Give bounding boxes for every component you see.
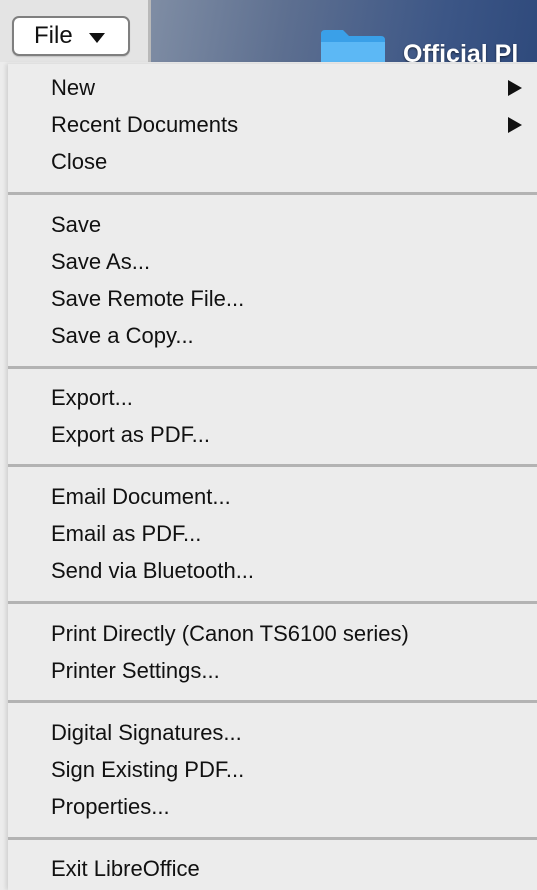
menu-item-email-document[interactable]: Email Document... [8, 478, 537, 515]
menu-separator [8, 700, 537, 703]
menu-item-label: Export... [51, 385, 133, 410]
menu-separator [8, 601, 537, 604]
menu-item-save[interactable]: Save [8, 206, 537, 243]
menu-separator [8, 837, 537, 840]
menu-item-save-remote-file[interactable]: Save Remote File... [8, 280, 537, 317]
menu-item-email-as-pdf[interactable]: Email as PDF... [8, 515, 537, 552]
menu-item-save-as[interactable]: Save As... [8, 243, 537, 280]
menu-item-label: Email as PDF... [51, 521, 202, 546]
menu-item-label: New [51, 75, 96, 100]
menu-item-close[interactable]: Close [8, 143, 537, 180]
menu-separator [8, 464, 537, 467]
menu-item-recent-documents[interactable]: Recent Documents [8, 106, 537, 143]
menu-item-send-via-bluetooth[interactable]: Send via Bluetooth... [8, 552, 537, 589]
menu-item-label: Print Directly (Canon TS6100 series) [51, 621, 409, 646]
menu-item-label: Close [51, 149, 108, 174]
file-menu-button[interactable]: File [12, 16, 130, 56]
menu-item-label: Export as PDF... [51, 422, 210, 447]
menu-item-printer-settings[interactable]: Printer Settings... [8, 652, 537, 689]
menu-item-label: Save a Copy... [51, 323, 194, 348]
menu-item-label: Recent Documents [51, 112, 239, 137]
submenu-arrow-icon [508, 117, 522, 133]
menu-item-label: Printer Settings... [51, 658, 220, 683]
desktop-folder-label[interactable]: Official Pl [403, 40, 518, 62]
menu-separator [8, 192, 537, 195]
toolbar-area: File [0, 0, 151, 62]
menu-item-label: Properties... [51, 794, 170, 819]
menu-item-save-a-copy[interactable]: Save a Copy... [8, 317, 537, 354]
menu-item-label: Save [51, 212, 102, 237]
menu-item-label: Email Document... [51, 484, 231, 509]
menu-item-export-as-pdf[interactable]: Export as PDF... [8, 416, 537, 453]
menu-item-exit-libreoffice[interactable]: Exit LibreOffice [8, 850, 537, 887]
menu-item-properties[interactable]: Properties... [8, 788, 537, 825]
menu-item-new[interactable]: New [8, 69, 537, 106]
chevron-down-icon [88, 32, 105, 43]
folder-icon[interactable] [319, 26, 387, 62]
top-strip: File Official Pl [0, 0, 537, 62]
menu-item-export[interactable]: Export... [8, 379, 537, 416]
menu-item-print-directly[interactable]: Print Directly (Canon TS6100 series) [8, 615, 537, 652]
menu-item-label: Save Remote File... [51, 286, 245, 311]
menu-item-digital-signatures[interactable]: Digital Signatures... [8, 714, 537, 751]
menu-item-sign-existing-pdf[interactable]: Sign Existing PDF... [8, 751, 537, 788]
menu-item-label: Sign Existing PDF... [51, 757, 245, 782]
menu-separator [8, 366, 537, 369]
file-menu-dropdown: New Recent Documents Close Save Save As.… [8, 64, 537, 890]
menu-item-label: Send via Bluetooth... [51, 558, 255, 583]
submenu-arrow-icon [508, 80, 522, 96]
file-menu-button-label: File [34, 22, 73, 49]
menu-item-label: Exit LibreOffice [51, 856, 200, 881]
menu-item-label: Digital Signatures... [51, 720, 242, 745]
menu-item-label: Save As... [51, 249, 151, 274]
desktop-background: Official Pl [151, 0, 537, 62]
